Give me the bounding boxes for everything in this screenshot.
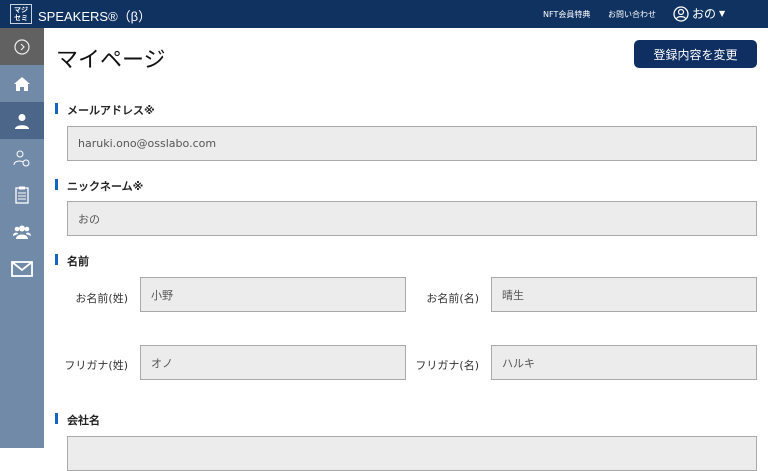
sidebar-toggle[interactable] [0,28,44,65]
company-label: 会社名 [55,412,100,428]
sidebar-item-mail[interactable] [0,250,44,287]
email-label: メールアドレス※ [55,102,155,118]
first-name-kana-field[interactable]: ハルキ [491,345,757,380]
caret-down-icon: ▼ [719,9,726,18]
nav-nft-benefits[interactable]: NFT会員特典 [543,9,590,20]
user-name: おの [692,7,717,21]
user-menu[interactable]: おの ▼ [673,5,725,22]
logo[interactable]: マジ セミ [10,4,32,24]
sidebar-item-home[interactable] [0,65,44,102]
nickname-field[interactable]: おの [67,201,757,236]
top-header: マジ セミ SPEAKERS®（β） NFT会員特典 お問い合わせ おの ▼ [0,0,768,28]
update-profile-button[interactable]: 登録内容を変更 [634,40,757,68]
first-name-kana-label: フリガナ(名) [415,359,479,372]
users-icon [13,225,31,239]
sidebar-item-mypage[interactable] [0,102,44,139]
company-field[interactable] [67,436,757,471]
first-name-label: お名前(名) [426,292,479,305]
main-content: マイページ 登録内容を変更 メールアドレス※ haruki.ono@osslab… [44,28,768,471]
email-field[interactable]: haruki.ono@osslabo.com [67,126,757,161]
first-name-field[interactable]: 晴生 [491,277,757,312]
nickname-label: ニックネーム※ [55,178,143,194]
clipboard-icon [15,186,29,204]
sidebar-item-clipboard[interactable] [0,176,44,213]
mail-icon [11,260,33,277]
nav-contact[interactable]: お問い合わせ [608,9,656,20]
chevron-right-circle-icon [14,38,30,55]
last-name-field[interactable]: 小野 [140,277,406,312]
last-name-kana-field[interactable]: オノ [140,345,406,380]
page-title: マイページ [56,48,166,73]
name-label: 名前 [55,253,89,269]
user-circle-icon [673,5,689,22]
last-name-label: お名前(姓) [75,292,128,305]
brand-name[interactable]: SPEAKERS®（β） [38,6,151,25]
user-gear-icon [13,150,30,166]
sidebar [0,28,44,448]
last-name-kana-label: フリガナ(姓) [64,359,128,372]
user-icon [15,113,29,129]
home-icon [14,76,30,91]
sidebar-item-group[interactable] [0,213,44,250]
sidebar-item-user-settings[interactable] [0,139,44,176]
